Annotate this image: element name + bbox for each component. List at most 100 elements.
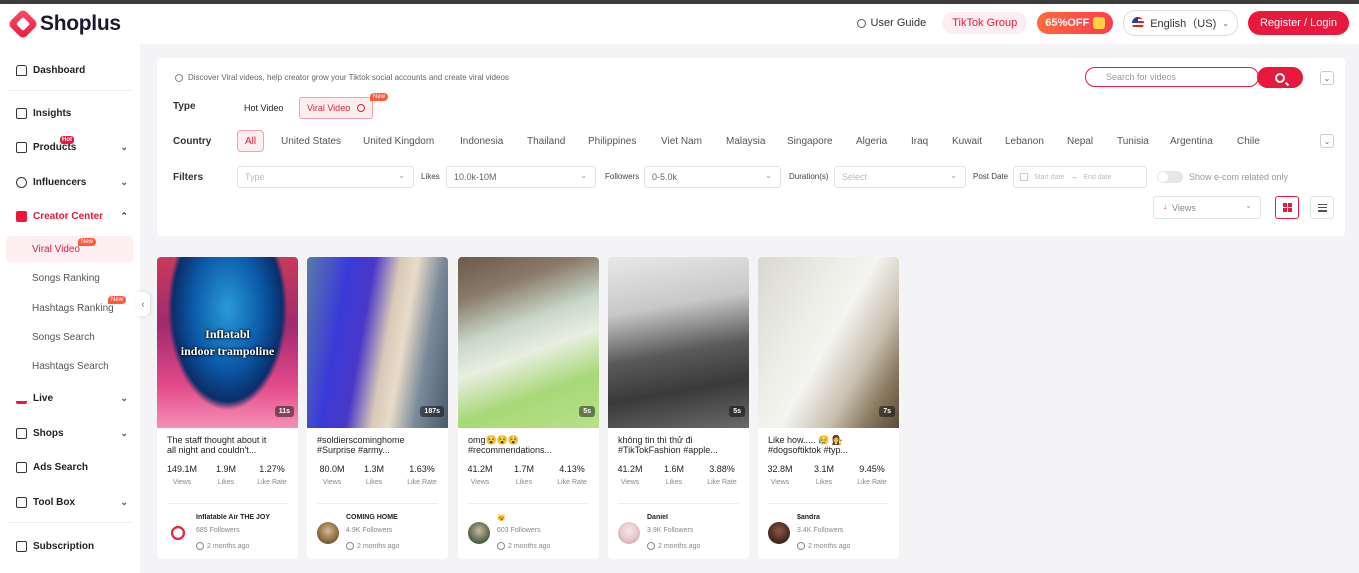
post-time: 2 months ago	[346, 542, 399, 550]
country-chile[interactable]: Chile	[1237, 130, 1260, 152]
avatar[interactable]	[167, 522, 189, 544]
calendar-icon	[1020, 173, 1028, 181]
country-tunisia[interactable]: Tunisia	[1117, 130, 1149, 152]
sidebar-subitem-hashtags-search[interactable]: Hashtags Search	[6, 353, 133, 379]
avatar[interactable]	[768, 522, 790, 544]
search-button[interactable]	[1257, 67, 1303, 88]
likes-select[interactable]: 10.0k-10M ⌄	[446, 166, 596, 188]
country-thailand[interactable]: Thailand	[527, 130, 565, 152]
sidebar-item-label: Creator Center	[33, 210, 104, 222]
likes-label: Likes	[421, 172, 440, 181]
sidebar: Dashboard Insights Products Hot ⌄ Influenc…	[0, 44, 140, 573]
country-lebanon[interactable]: Lebanon	[1005, 130, 1044, 152]
info-banner: Discover Viral videos, help creator grow…	[175, 73, 509, 82]
sidebar-item-dashboard[interactable]: Dashboard	[0, 56, 140, 84]
language-label: English（US)	[1150, 18, 1217, 30]
video-thumbnail[interactable]	[758, 257, 899, 428]
type-viral-video[interactable]: Viral Video	[299, 97, 374, 119]
sidebar-item-tool-box[interactable]: Tool Box ⌄	[0, 488, 140, 516]
sidebar-item-subscription[interactable]: Subscription	[0, 532, 140, 560]
likes-label: Likes	[365, 479, 383, 486]
video-description: The staff thought about it all night and …	[167, 435, 291, 455]
creator-name[interactable]: Inflatable Air THE JOY	[196, 514, 296, 521]
end-date-input[interactable]: End date	[1083, 174, 1111, 181]
description-line: #recommendations...	[468, 445, 553, 455]
creator-name[interactable]: $andra	[797, 514, 897, 521]
user-guide-link[interactable]: User Guide	[856, 17, 926, 29]
country-iraq[interactable]: Iraq	[911, 130, 928, 152]
sidebar-item-insights[interactable]: Insights	[0, 99, 140, 127]
video-card[interactable]: 187s #soldierscominghome #Surprise #army.…	[307, 257, 448, 559]
country-united-states[interactable]: United States	[281, 130, 341, 152]
duration-select[interactable]: Select ⌄	[834, 166, 966, 188]
duration-label: Duration(s)	[789, 172, 829, 181]
register-login-button[interactable]: Register / Login	[1247, 11, 1349, 35]
grid-view-button[interactable]	[1275, 196, 1299, 219]
country-malaysia[interactable]: Malaysia	[726, 130, 765, 152]
sidebar-item-influencers[interactable]: Influencers ⌄	[0, 168, 140, 196]
list-view-button[interactable]	[1310, 196, 1334, 219]
tiktok-group-button[interactable]: TikTok Group	[942, 12, 1028, 34]
like-rate-value: 3.88%	[709, 464, 735, 474]
type-hot-video[interactable]: Hot Video	[237, 97, 290, 119]
creator-followers: 3.4K Followers	[797, 527, 844, 534]
country-singapore[interactable]: Singapore	[787, 130, 833, 152]
type-select[interactable]: Type ⌄	[237, 166, 414, 188]
sort-select[interactable]: ↓ Views ⌄	[1153, 196, 1261, 219]
video-thumbnail[interactable]	[157, 257, 298, 428]
promo-button[interactable]: 65%OFF	[1037, 12, 1114, 34]
country-all[interactable]: All	[237, 130, 265, 152]
post-time-label: 2 months ago	[357, 542, 400, 550]
search-input[interactable]: Search for videos	[1085, 67, 1259, 87]
country-philippines[interactable]: Philippines	[588, 130, 636, 152]
video-card[interactable]: 5s không tin thì thử đi #TikTokFashion #a…	[608, 257, 749, 559]
video-card[interactable]: Inflatabl indoor trampoline 11s The staf…	[157, 257, 298, 559]
sidebar-item-products[interactable]: Products Hot ⌄	[0, 133, 140, 161]
country-indonesia[interactable]: Indonesia	[460, 130, 503, 152]
likes-value: 1.3M	[363, 464, 384, 474]
video-card[interactable]: 5s omg😵😵😵 #recommendations... 41.2M 1.7M …	[458, 257, 599, 559]
arrow-right-icon: →	[1070, 173, 1078, 181]
country-argentina[interactable]: Argentina	[1170, 130, 1213, 152]
country-united-kingdom[interactable]: United Kingdom	[363, 130, 434, 152]
avatar[interactable]	[317, 522, 339, 544]
filters-label: Filters	[173, 172, 204, 183]
country-algeria[interactable]: Algeria	[856, 130, 887, 152]
sidebar-item-shops[interactable]: Shops ⌄	[0, 419, 140, 447]
sidebar-item-ads-search[interactable]: Ads Search	[0, 453, 140, 481]
collapse-panel-button[interactable]: ⌄	[1320, 71, 1334, 85]
ecom-toggle[interactable]	[1157, 171, 1183, 183]
avatar[interactable]	[468, 522, 490, 544]
followers-select[interactable]: 0-5.0k ⌄	[644, 166, 781, 188]
country-kuwait[interactable]: Kuwait	[952, 130, 982, 152]
post-date-range[interactable]: Start date → End date	[1013, 166, 1147, 188]
country-viet-nam[interactable]: Viet Nam	[661, 130, 702, 152]
toolbox-icon	[16, 496, 27, 508]
search-icon	[1275, 72, 1285, 83]
sidebar-subitem-hashtags-ranking[interactable]: Hashtags Ranking New	[6, 295, 133, 321]
logo-icon	[7, 8, 39, 40]
video-thumbnail[interactable]	[307, 257, 448, 428]
chevron-down-icon: ⌄	[1323, 136, 1331, 146]
sidebar-collapse-button[interactable]: ‹	[136, 292, 150, 316]
sidebar-subitem-viral-video[interactable]: Viral Video New	[6, 236, 133, 262]
creator-name[interactable]: COMING HOME	[346, 514, 446, 521]
sidebar-item-live[interactable]: Live ⌄	[0, 384, 140, 412]
expand-countries-button[interactable]: ⌄	[1320, 134, 1334, 148]
sidebar-subitem-songs-search[interactable]: Songs Search	[6, 324, 133, 350]
country-nepal[interactable]: Nepal	[1067, 130, 1093, 152]
sidebar-subitem-songs-ranking[interactable]: Songs Ranking	[6, 265, 133, 291]
like-rate-label: Like Rate	[407, 479, 437, 486]
bookmark-icon	[16, 210, 27, 222]
video-card[interactable]: 7s Like how..... 😥 👩‍⚖️ #dogsoftiktok #ty…	[758, 257, 899, 559]
avatar[interactable]	[618, 522, 640, 544]
creator-name[interactable]: 😼	[497, 514, 597, 522]
video-thumbnail[interactable]	[458, 257, 599, 428]
chevron-down-icon: ⌄	[120, 176, 128, 187]
sidebar-item-creator-center[interactable]: Creator Center ⌃	[0, 202, 140, 230]
video-thumbnail[interactable]	[608, 257, 749, 428]
logo[interactable]: Shoplus	[7, 8, 121, 40]
start-date-input[interactable]: Start date	[1034, 174, 1064, 181]
creator-name[interactable]: Daniel	[647, 514, 747, 521]
language-select[interactable]: English（US) ⌄	[1123, 10, 1238, 36]
